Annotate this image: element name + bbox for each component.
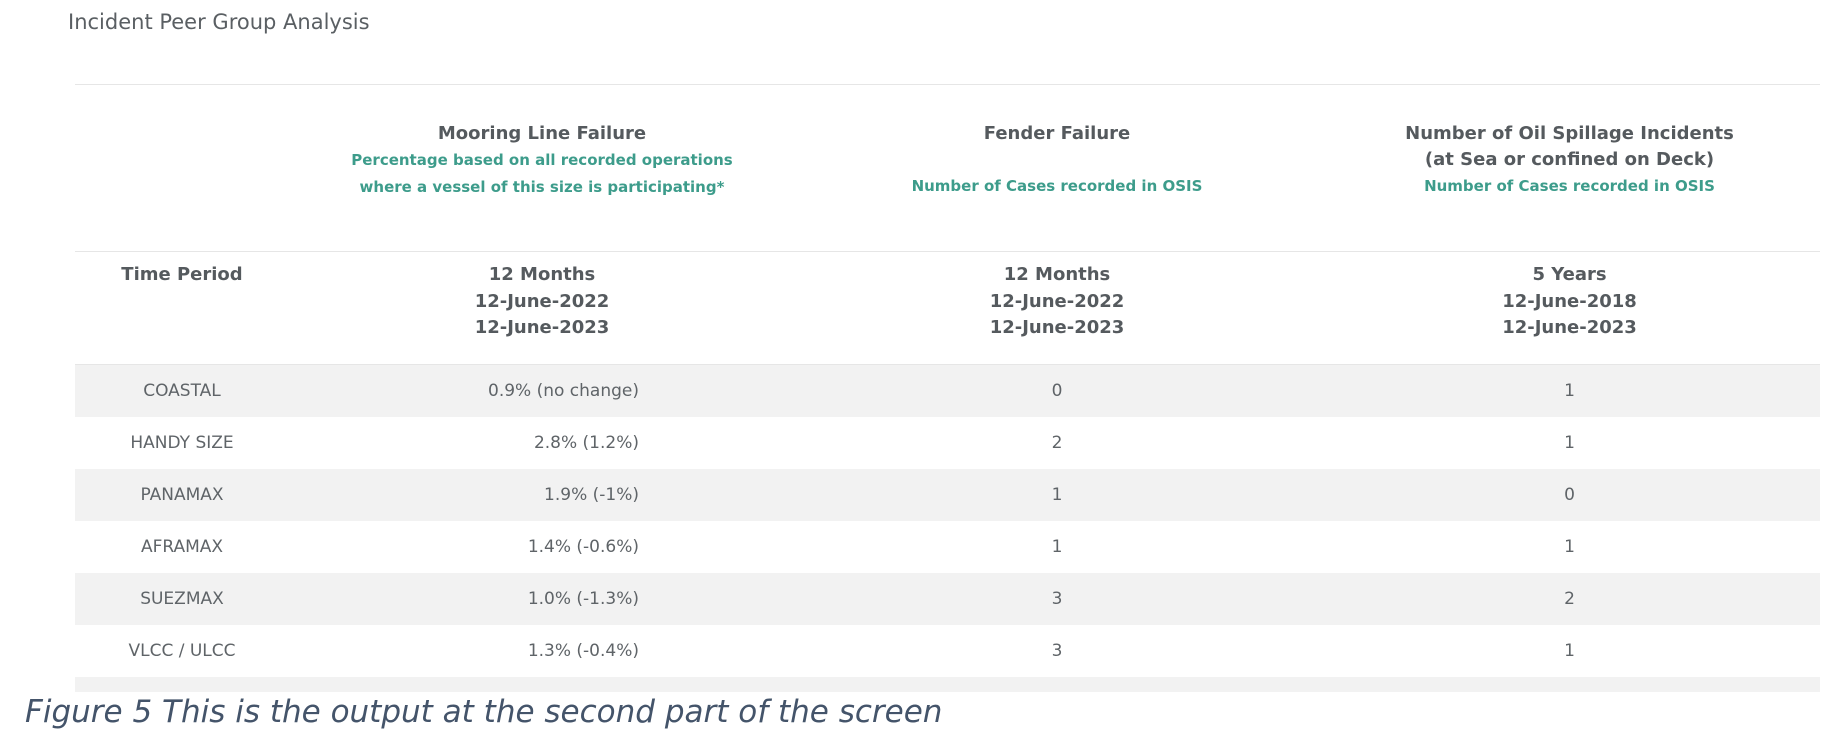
oil-subtitle: Number of Cases recorded in OSIS (1424, 177, 1715, 195)
oil-value-cell: 1 (1319, 625, 1820, 677)
fender-value-cell: 1 (795, 469, 1319, 521)
peer-group-panel: Mooring Line Failure Percentage based on… (75, 84, 1820, 692)
mooring-value-cell: 1.0% (-1.3%) (289, 573, 795, 625)
oil-value-cell: 0 (1319, 469, 1820, 521)
fender-failure-header: Fender Failure Number of Cases recorded … (795, 85, 1319, 252)
fender-period-start: 12-June-2022 (989, 290, 1125, 312)
vessel-class-cell: COASTAL (75, 364, 289, 417)
oil-title-line-2: (at Sea or confined on Deck) (1424, 149, 1715, 170)
fender-period-duration: 12 Months (1003, 264, 1111, 285)
page: Incident Peer Group Analysis Mooring Lin… (0, 0, 1832, 750)
mooring-period: 12 Months 12-June-2022 12-June-2023 (289, 251, 795, 365)
fender-value-cell: 3 (795, 573, 1319, 625)
mooring-value-cell: 0.9% (no change) (289, 364, 795, 417)
table-row: AFRAMAX 1.4% (-0.6%) 1 1 (75, 521, 1820, 573)
oil-title-line-1: Number of Oil Spillage Incidents (1405, 123, 1734, 144)
time-period-row: Time Period 12 Months 12-June-2022 12-Ju… (75, 251, 1820, 365)
fender-title: Fender Failure (983, 123, 1131, 144)
empty-header-cell (75, 85, 289, 252)
mooring-period-duration: 12 Months (488, 264, 596, 285)
metric-header-row: Mooring Line Failure Percentage based on… (75, 85, 1820, 252)
mooring-subtitle-line-2: where a vessel of this size is participa… (359, 178, 725, 196)
mooring-value-cell: 1.4% (-0.6%) (289, 521, 795, 573)
oil-value-cell: 2 (1319, 573, 1820, 625)
oil-spillage-header: Number of Oil Spillage Incidents (at Sea… (1319, 85, 1820, 252)
mooring-line-failure-header: Mooring Line Failure Percentage based on… (289, 85, 795, 252)
mooring-value-cell: 2.8% (1.2%) (289, 417, 795, 469)
fender-value-cell: 2 (795, 417, 1319, 469)
fender-subtitle: Number of Cases recorded in OSIS (911, 177, 1203, 195)
table-row: COASTAL 0.9% (no change) 0 1 (75, 364, 1820, 417)
mooring-title: Mooring Line Failure (437, 123, 647, 144)
fender-period: 12 Months 12-June-2022 12-June-2023 (795, 251, 1319, 365)
vessel-class-cell: PANAMAX (75, 469, 289, 521)
fender-subtitle-spacer (795, 147, 1319, 173)
oil-period-duration: 5 Years (1532, 264, 1607, 285)
vessel-class-cell: VLCC / ULCC (75, 625, 289, 677)
peer-group-table: Mooring Line Failure Percentage based on… (75, 85, 1820, 677)
oil-period-end: 12-June-2023 (1502, 317, 1637, 338)
fender-period-end: 12-June-2023 (989, 317, 1125, 338)
oil-value-cell: 1 (1319, 417, 1820, 469)
mooring-period-end: 12-June-2023 (474, 317, 610, 338)
table-footer-band (75, 677, 1820, 692)
mooring-value-cell: 1.3% (-0.4%) (289, 625, 795, 677)
vessel-class-cell: SUEZMAX (75, 573, 289, 625)
fender-value-cell: 3 (795, 625, 1319, 677)
time-period-label: Time Period (75, 251, 289, 365)
mooring-value-cell: 1.9% (-1%) (289, 469, 795, 521)
oil-period: 5 Years 12-June-2018 12-June-2023 (1319, 251, 1820, 365)
oil-value-cell: 1 (1319, 521, 1820, 573)
table-row: HANDY SIZE 2.8% (1.2%) 2 1 (75, 417, 1820, 469)
vessel-class-cell: HANDY SIZE (75, 417, 289, 469)
oil-period-start: 12-June-2018 (1502, 290, 1637, 312)
figure-caption: Figure 5 This is the output at the secon… (25, 694, 943, 730)
table-row: PANAMAX 1.9% (-1%) 1 0 (75, 469, 1820, 521)
fender-value-cell: 0 (795, 364, 1319, 417)
vessel-class-cell: AFRAMAX (75, 521, 289, 573)
fender-value-cell: 1 (795, 521, 1319, 573)
oil-value-cell: 1 (1319, 364, 1820, 417)
mooring-subtitle-line-1: Percentage based on all recorded operati… (351, 151, 733, 169)
mooring-period-start: 12-June-2022 (474, 290, 610, 312)
table-row: VLCC / ULCC 1.3% (-0.4%) 3 1 (75, 625, 1820, 677)
table-row: SUEZMAX 1.0% (-1.3%) 3 2 (75, 573, 1820, 625)
section-title: Incident Peer Group Analysis (68, 10, 370, 34)
